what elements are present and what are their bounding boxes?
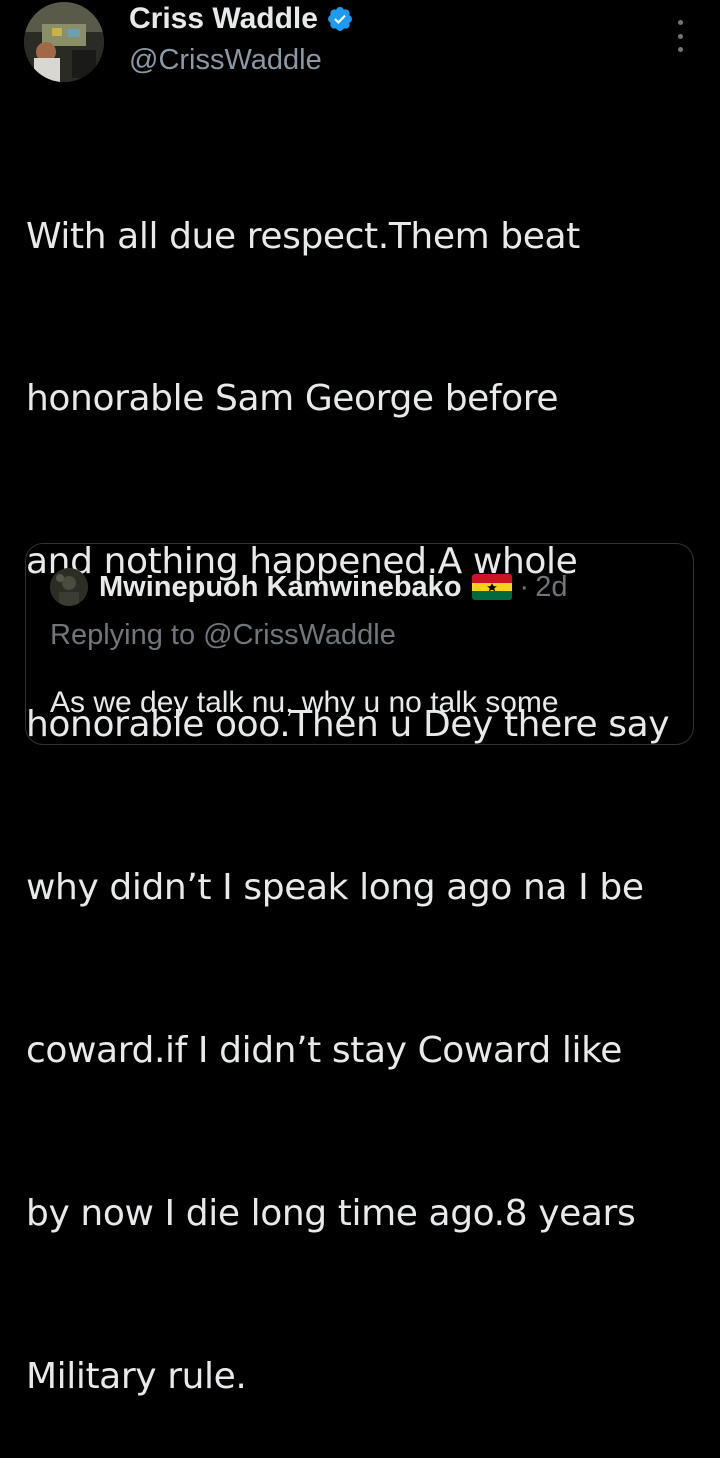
profile-photo [50, 568, 88, 606]
author-handle[interactable]: @CrissWaddle [129, 44, 322, 76]
profile-photo [24, 2, 104, 82]
tweet-line: honorable Sam George before [26, 378, 559, 420]
tweet-text: With all due respect.Them beat honorable… [26, 101, 706, 1458]
author-avatar[interactable] [24, 2, 104, 82]
quoted-name-row: Mwinepuoh Kamwinebako · 2d [99, 569, 567, 605]
tweet-header: Criss Waddle @CrissWaddle [0, 0, 720, 96]
author-name-row: Criss Waddle [129, 3, 354, 35]
quoted-display-name[interactable]: Mwinepuoh Kamwinebako [99, 571, 462, 604]
tweet-line: Military rule. [26, 1355, 247, 1397]
more-vertical-icon[interactable] [668, 20, 692, 52]
ghana-flag-emoji-icon [471, 574, 512, 600]
replying-to-label: Replying to @CrissWaddle [50, 619, 396, 651]
verified-badge-icon[interactable] [326, 5, 354, 33]
tweet-line: coward.if I didn’t stay Coward like [26, 1030, 623, 1072]
tweet-line: With all due respect.Them beat [26, 215, 580, 257]
tweet-line: why didn’t I speak long ago na I be [26, 867, 644, 909]
author-display-name[interactable]: Criss Waddle [129, 3, 318, 35]
tweet-line: by now I die long time ago.8 years [26, 1192, 636, 1234]
quoted-tweet-card[interactable]: Mwinepuoh Kamwinebako · 2d Replying to @… [25, 543, 694, 745]
quoted-timestamp[interactable]: 2d [535, 571, 567, 604]
separator-dot: · [519, 570, 530, 603]
quoted-author-avatar[interactable] [50, 568, 88, 606]
quoted-tweet-text: As we dey talk nu, why u no talk some [50, 686, 559, 719]
